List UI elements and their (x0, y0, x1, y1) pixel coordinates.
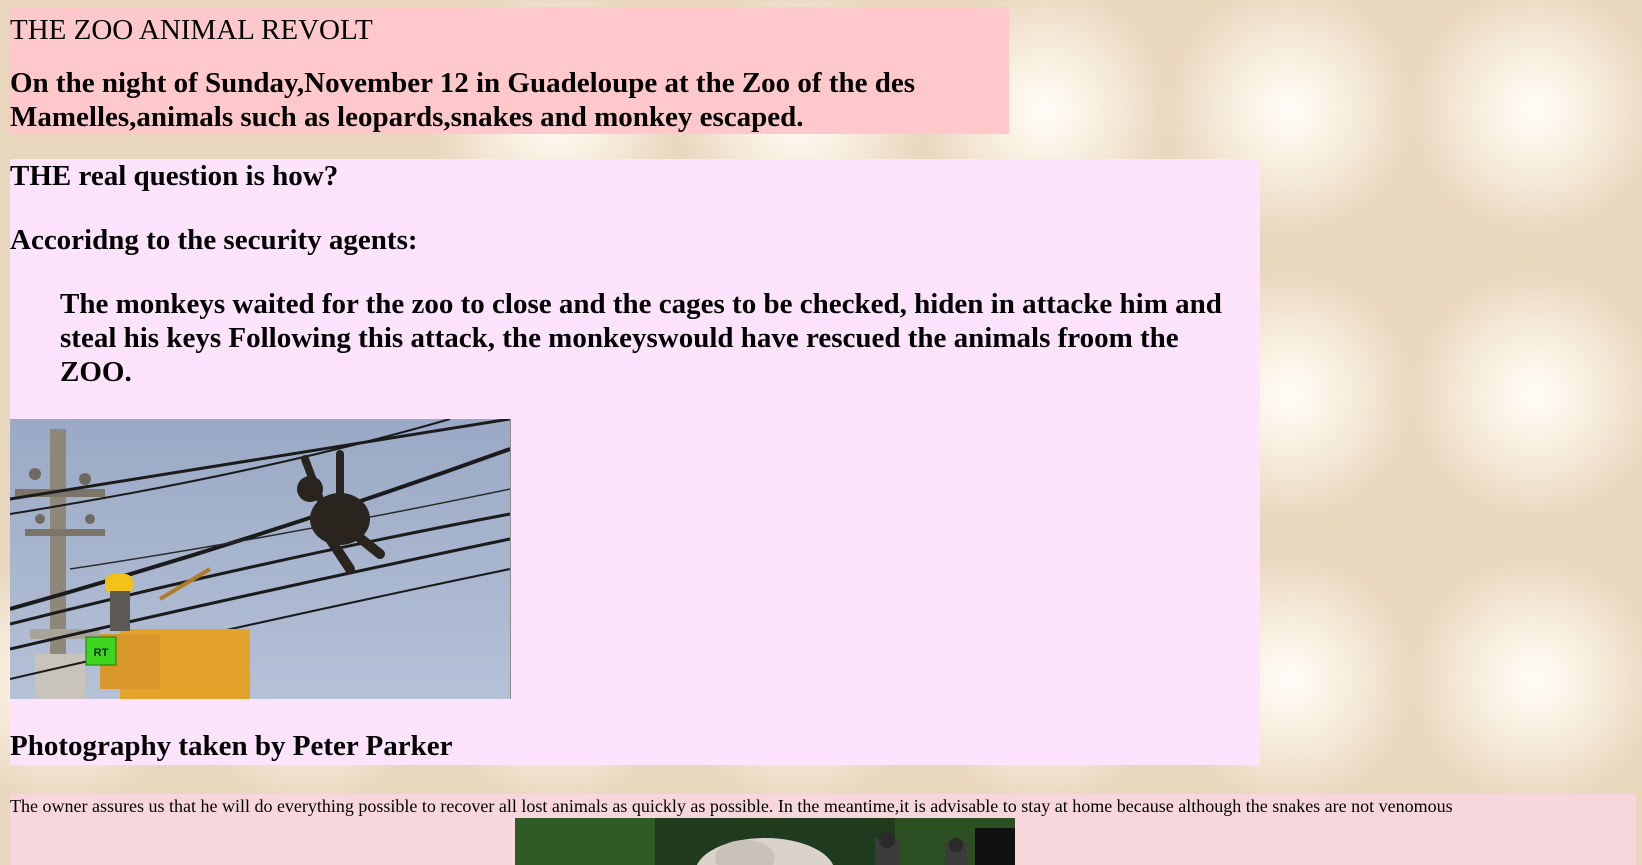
agents-quote: The monkeys waited for the zoo to close … (60, 288, 1222, 388)
monkey-on-wires-photo: RT (10, 419, 511, 699)
second-photo (515, 818, 1015, 865)
article-section: THE real question is how? Accoridng to t… (10, 159, 1260, 765)
rt-logo-text: RT (94, 647, 109, 659)
page-title: THE ZOO ANIMAL REVOLT (10, 14, 373, 46)
lead-paragraph: On the night of Sunday,November 12 in Gu… (10, 67, 916, 133)
photo-credit: Photography taken by Peter Parker (10, 730, 453, 762)
question-heading: THE real question is how? (10, 160, 339, 192)
owner-statement: The owner assures us that he will do eve… (10, 796, 1453, 816)
header-section: THE ZOO ANIMAL REVOLT On the night of Su… (10, 7, 1009, 134)
footer-section: The owner assures us that he will do eve… (10, 794, 1636, 865)
agents-heading: Accoridng to the security agents: (10, 224, 418, 256)
